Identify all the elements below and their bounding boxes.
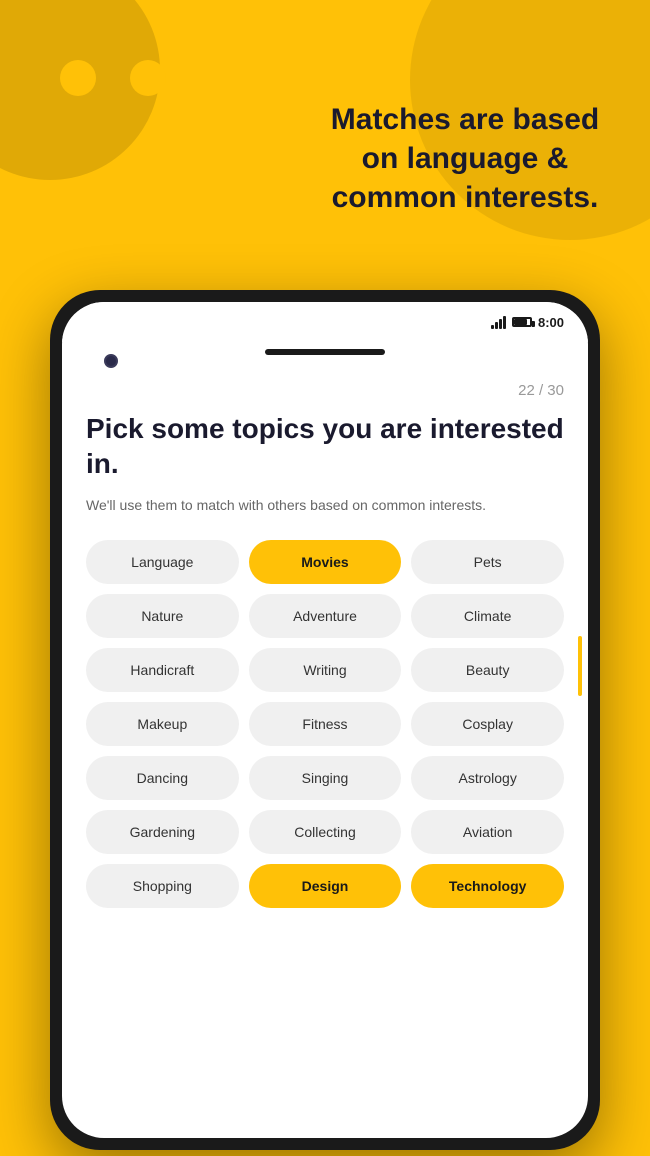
topic-chip[interactable]: Dancing [86, 756, 239, 800]
status-time: 8:00 [538, 315, 564, 330]
topic-chip[interactable]: Cosplay [411, 702, 564, 746]
phone-frame: 8:00 22 / 30 Pick some topics you are in… [50, 290, 600, 1150]
topic-chip[interactable]: Makeup [86, 702, 239, 746]
topic-chip[interactable]: Design [249, 864, 402, 908]
topic-chip[interactable]: Beauty [411, 648, 564, 692]
topic-chip[interactable]: Gardening [86, 810, 239, 854]
topic-chip[interactable]: Adventure [249, 594, 402, 638]
battery-fill [514, 319, 527, 325]
phone-camera [104, 354, 118, 368]
topic-chip[interactable]: Collecting [249, 810, 402, 854]
topic-chip[interactable]: Shopping [86, 864, 239, 908]
topic-chip[interactable]: Language [86, 540, 239, 584]
page-subtitle: We'll use them to match with others base… [86, 495, 564, 516]
topic-chip[interactable]: Pets [411, 540, 564, 584]
signal-bar-3 [499, 319, 502, 329]
topic-chip[interactable]: Climate [411, 594, 564, 638]
notch-bar [265, 349, 385, 355]
topic-chip[interactable]: Technology [411, 864, 564, 908]
signal-bar-2 [495, 322, 498, 329]
topic-chip[interactable]: Aviation [411, 810, 564, 854]
topic-chip[interactable]: Handicraft [86, 648, 239, 692]
progress-row: 22 / 30 [86, 382, 564, 399]
topic-chip[interactable]: Nature [86, 594, 239, 638]
battery-icon [512, 317, 532, 327]
dot-left [60, 60, 96, 96]
topics-grid: LanguageMoviesPets NatureAdventureClimate… [86, 540, 564, 908]
topic-chip[interactable]: Writing [249, 648, 402, 692]
signal-icon [491, 315, 506, 329]
status-icons [491, 315, 532, 329]
signal-bar-1 [491, 325, 494, 329]
content-area: 22 / 30 Pick some topics you are interes… [62, 362, 588, 1118]
header-text: Matches are based on language & common i… [310, 100, 620, 217]
dot-right [130, 60, 166, 96]
topic-chip[interactable]: Singing [249, 756, 402, 800]
status-bar: 8:00 [62, 302, 588, 342]
topic-chip[interactable]: Movies [249, 540, 402, 584]
phone-screen: 8:00 22 / 30 Pick some topics you are in… [62, 302, 588, 1138]
phone-notch [62, 342, 588, 362]
signal-bar-4 [503, 316, 506, 329]
progress-counter: 22 / 30 [518, 382, 564, 399]
page-title: Pick some topics you are interested in. [86, 411, 564, 481]
topic-chip[interactable]: Astrology [411, 756, 564, 800]
topic-chip[interactable]: Fitness [249, 702, 402, 746]
scrollbar-indicator [578, 636, 582, 696]
